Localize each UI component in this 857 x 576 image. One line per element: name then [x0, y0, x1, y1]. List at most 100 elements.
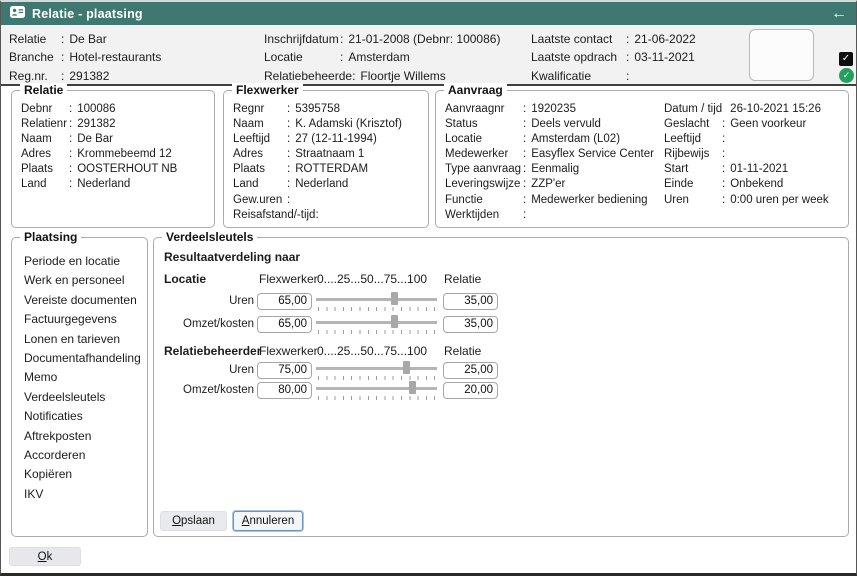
info-row: Gew.uren: [233, 193, 424, 208]
contact-card-icon [10, 5, 25, 23]
header-label: Branche [9, 48, 61, 66]
separator: : [287, 147, 290, 162]
relatie-panel-body: Debnr:100086 Relatienr:291382 Naam:De Ba… [21, 102, 210, 193]
checkbox-checked-icon[interactable]: ✓ [839, 52, 853, 66]
info-value: De Bar [77, 132, 113, 147]
flexwerker-value-input[interactable] [257, 362, 312, 379]
info-row: Naam:De Bar [21, 132, 210, 147]
plaatsing-menu: Periode en locatie Werk en personeel Ver… [24, 252, 143, 504]
separator: : [722, 117, 725, 132]
info-value: Deels vervuld [531, 117, 601, 132]
separator: : [722, 193, 725, 208]
separator: : [523, 162, 526, 177]
menu-item-vereiste-documenten[interactable]: Vereiste documenten [24, 291, 143, 310]
separator: : [340, 30, 343, 48]
slider-row-beheerder-uren: Uren [154, 361, 498, 379]
separator: : [523, 132, 526, 147]
slider-ticks [318, 307, 435, 311]
split-slider[interactable] [316, 315, 437, 335]
info-label: Rijbewijs [664, 147, 722, 162]
opslaan-label: Opslaan [172, 515, 215, 527]
separator: : [287, 102, 290, 117]
separator [722, 102, 725, 117]
separator: : [287, 117, 290, 132]
info-value: Onbekend [730, 177, 783, 192]
verdeelsleutels-panel: Verdeelsleutels Resultaatverdeling naar … [153, 237, 849, 537]
info-row: Datum / tijd26-10-2021 15:26 [664, 102, 829, 117]
flexwerker-value-input[interactable] [257, 382, 312, 399]
menu-item-accorderen[interactable]: Accorderen [24, 446, 143, 465]
relatie-value-input[interactable] [443, 362, 498, 379]
header-value: De Bar [69, 30, 106, 48]
info-row: Plaats:ROTTERDAM [233, 162, 424, 177]
split-slider[interactable] [316, 361, 437, 381]
menu-item-ikv[interactable]: IKV [24, 485, 143, 504]
flexwerker-value-input[interactable] [257, 316, 312, 333]
menu-item-memo[interactable]: Memo [24, 368, 143, 387]
info-row: Plaats:OOSTERHOUT NB [21, 162, 210, 177]
flexwerker-value-input[interactable] [257, 293, 312, 310]
menu-item-documentafhandeling[interactable]: Documentafhandeling [24, 349, 143, 368]
photo-placeholder [749, 29, 814, 81]
slider-handle[interactable] [391, 315, 398, 328]
info-label: Leeftijd [664, 132, 722, 147]
info-value: 27 (12-11-1994) [295, 132, 377, 147]
info-row: Adres:Straatnaam 1 [233, 147, 424, 162]
separator: : [722, 132, 725, 147]
relatie-value-input[interactable] [443, 293, 498, 310]
header-column-registration: Inschrijfdatum:21-01-2008 (Debnr: 100086… [264, 30, 500, 85]
column-header-flexwerker: Flexwerker [259, 272, 318, 286]
info-value: Amsterdam (L02) [531, 132, 620, 147]
slider-handle[interactable] [391, 292, 398, 305]
menu-item-periode-en-locatie[interactable]: Periode en locatie [24, 252, 143, 271]
flexwerker-panel: Flexwerker Regnr:5395758 Naam:K. Adamski… [223, 90, 429, 228]
menu-item-aftrekposten[interactable]: Aftrekposten [24, 427, 143, 446]
header-column-relation: Relatie:De Bar Branche:Hotel-restaurants… [9, 30, 161, 85]
menu-item-werk-en-personeel[interactable]: Werk en personeel [24, 271, 143, 290]
info-value: 100086 [77, 102, 115, 117]
menu-item-notificaties[interactable]: Notificaties [24, 407, 143, 426]
approved-check-icon: ✓ [839, 68, 854, 83]
info-label: Locatie [445, 132, 523, 147]
info-row: Naam:K. Adamski (Krisztof) [233, 117, 424, 132]
separator: : [340, 48, 343, 66]
info-value: Easyflex Service Center [531, 147, 654, 162]
slider-handle[interactable] [409, 381, 416, 394]
menu-item-factuurgegevens[interactable]: Factuurgegevens [24, 310, 143, 329]
annuleren-button[interactable]: Annuleren [233, 511, 303, 531]
relatie-value-input[interactable] [443, 382, 498, 399]
slider-row-beheerder-omzet: Omzet/kosten [154, 381, 498, 399]
slider-handle[interactable] [403, 361, 410, 374]
info-value: Nederland [77, 177, 130, 192]
separator: : [69, 162, 72, 177]
info-row: Adres:Krommebeemd 12 [21, 147, 210, 162]
header-row: Locatie:Amsterdam [264, 48, 500, 66]
opslaan-button[interactable]: Opslaan [160, 511, 227, 531]
separator: : [626, 30, 629, 48]
split-slider[interactable] [316, 381, 437, 401]
scale-label: 0....25...50...75...100 [317, 272, 427, 286]
relatie-value-input[interactable] [443, 316, 498, 333]
row-label: Uren [154, 364, 257, 376]
back-arrow-icon[interactable]: ← [831, 6, 847, 22]
separator: : [69, 132, 72, 147]
slider-row-locatie-uren: Uren [154, 292, 498, 310]
ok-button[interactable]: Ok [9, 547, 81, 566]
plaatsing-panel: Plaatsing Periode en locatie Werk en per… [11, 237, 148, 537]
app-window: Relatie - plaatsing ← Relatie:De Bar Bra… [0, 0, 857, 576]
separator: : [722, 162, 725, 177]
header-value: Amsterdam [348, 48, 409, 66]
menu-item-verdeelsleutels[interactable]: Verdeelsleutels [24, 388, 143, 407]
scale-label: 0....25...50...75...100 [317, 344, 427, 358]
relation-summary-header: Relatie:De Bar Branche:Hotel-restaurants… [1, 25, 856, 86]
split-slider[interactable] [316, 292, 437, 312]
info-label: Regnr [233, 102, 287, 117]
menu-item-lonen-en-tarieven[interactable]: Lonen en tarieven [24, 330, 143, 349]
info-value: Nederland [295, 177, 348, 192]
row-label: Uren [154, 295, 257, 307]
info-label: Einde [664, 177, 722, 192]
header-row: Relatie:De Bar [9, 30, 161, 48]
group-name: Relatiebeheerder [164, 344, 261, 358]
menu-item-kopieren[interactable]: Kopiëren [24, 465, 143, 484]
header-label: Laatste opdrach [531, 48, 626, 66]
